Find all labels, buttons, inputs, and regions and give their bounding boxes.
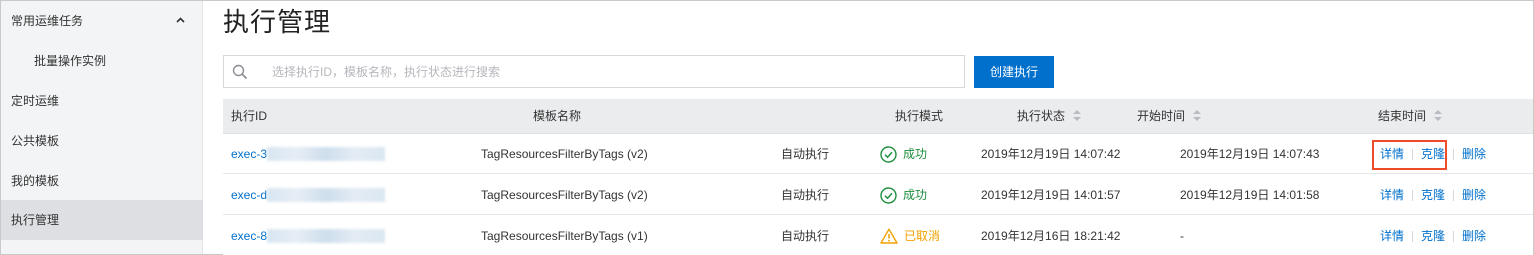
divider <box>1453 190 1455 202</box>
success-check-icon <box>880 145 897 163</box>
search-box[interactable] <box>223 55 965 88</box>
sidebar-item-execution-management[interactable]: 执行管理 <box>1 200 203 240</box>
sidebar-item-label: 定时运维 <box>11 94 60 108</box>
detail-link[interactable]: 详情 <box>1380 147 1404 161</box>
sidebar-item-common-ops[interactable]: 常用运维任务 <box>1 1 203 41</box>
divider <box>1412 190 1414 202</box>
column-header-label: 开始时间 <box>1137 109 1186 123</box>
table-row: exec-d TagResourcesFilterByTags (v2) 自动执… <box>223 175 1533 215</box>
clone-link[interactable]: 克隆 <box>1421 147 1445 161</box>
end-time: - <box>1180 229 1184 243</box>
end-time: 2019年12月19日 14:07:43 <box>1180 147 1320 161</box>
end-time: 2019年12月19日 14:01:58 <box>1180 188 1320 202</box>
sidebar-item-label: 批量操作实例 <box>34 54 107 68</box>
exec-id-link[interactable]: exec-d <box>231 188 267 202</box>
start-time: 2019年12月19日 14:07:42 <box>981 147 1121 161</box>
exec-id-link[interactable]: exec-8 <box>231 229 267 243</box>
divider <box>1412 149 1414 161</box>
sort-icon[interactable] <box>1073 109 1082 122</box>
execution-mode: 自动执行 <box>781 229 830 243</box>
sidebar-item-public-templates[interactable]: 公共模板 <box>1 121 203 161</box>
page-title: 执行管理 <box>223 7 332 37</box>
row-actions: 详情 克隆 删除 <box>1380 134 1486 174</box>
redacted-id <box>267 228 386 243</box>
start-time: 2019年12月16日 18:21:42 <box>981 229 1121 243</box>
table-row: exec-8 TagResourcesFilterByTags (v1) 自动执… <box>223 216 1533 255</box>
column-header-start-time[interactable]: 开始时间 <box>1137 99 1202 134</box>
start-time: 2019年12月19日 14:01:57 <box>981 188 1121 202</box>
table-row: exec-3 TagResourcesFilterByTags (v2) 自动执… <box>223 134 1533 174</box>
template-name: TagResourcesFilterByTags (v2) <box>481 188 648 202</box>
divider <box>1453 149 1455 161</box>
row-actions: 详情 克隆 删除 <box>1380 175 1486 215</box>
template-name: TagResourcesFilterByTags (v2) <box>481 147 648 161</box>
exec-id-link[interactable]: exec-3 <box>231 147 267 161</box>
clone-link[interactable]: 克隆 <box>1421 229 1445 243</box>
sidebar-item-my-templates[interactable]: 我的模板 <box>1 161 203 201</box>
divider <box>1453 231 1455 243</box>
sidebar-item-scheduled-ops[interactable]: 定时运维 <box>1 81 203 121</box>
search-icon[interactable] <box>232 64 248 80</box>
template-name: TagResourcesFilterByTags (v1) <box>481 229 648 243</box>
sidebar-item-batch-instance[interactable]: 批量操作实例 <box>1 41 203 81</box>
column-header-mode: 执行模式 <box>895 109 944 123</box>
detail-link[interactable]: 详情 <box>1380 229 1404 243</box>
redacted-id <box>267 146 386 161</box>
table-header: 执行ID 模板名称 执行模式 执行状态 开始时间 结束时间 <box>223 99 1533 134</box>
execution-mode: 自动执行 <box>781 147 830 161</box>
status-text: 已取消 <box>904 229 941 243</box>
column-header-status[interactable]: 执行状态 <box>1017 99 1082 134</box>
clone-link[interactable]: 克隆 <box>1421 188 1445 202</box>
detail-link[interactable]: 详情 <box>1380 188 1404 202</box>
sidebar-item-label: 我的模板 <box>11 174 60 188</box>
status-badge: 成功 <box>880 134 927 174</box>
warning-icon <box>880 228 898 244</box>
exec-id-cell[interactable]: exec-8 <box>231 216 386 255</box>
row-actions: 详情 克隆 删除 <box>1380 216 1486 255</box>
column-header-exec-id: 执行ID <box>231 109 268 123</box>
status-text: 成功 <box>903 188 928 202</box>
status-text: 成功 <box>903 147 928 161</box>
execution-mode: 自动执行 <box>781 188 830 202</box>
create-execution-button[interactable]: 创建执行 <box>974 56 1054 88</box>
redacted-id <box>267 187 386 202</box>
status-badge: 已取消 <box>880 216 940 255</box>
status-badge: 成功 <box>880 175 927 215</box>
status-cell: 已取消 <box>880 216 940 255</box>
sidebar-item-label: 常用运维任务 <box>11 14 84 28</box>
sort-icon[interactable] <box>1193 109 1202 122</box>
search-input[interactable] <box>272 56 952 87</box>
status-cell: 成功 <box>880 175 927 215</box>
delete-link[interactable]: 删除 <box>1462 147 1486 161</box>
column-header-label: 结束时间 <box>1378 109 1427 123</box>
status-cell: 成功 <box>880 134 927 174</box>
divider <box>1412 231 1414 243</box>
success-check-icon <box>880 186 897 204</box>
sort-icon[interactable] <box>1434 109 1443 122</box>
sidebar-item-label: 公共模板 <box>11 134 60 148</box>
chevron-up-icon[interactable] <box>176 1 185 41</box>
column-header-template: 模板名称 <box>533 109 582 123</box>
execution-table: 执行ID 模板名称 执行模式 执行状态 开始时间 结束时间 exec-3 Tag… <box>223 99 1533 255</box>
sidebar-item-label: 执行管理 <box>11 213 60 227</box>
exec-id-cell[interactable]: exec-3 <box>231 134 386 174</box>
column-header-label: 执行状态 <box>1017 109 1066 123</box>
sidebar: 常用运维任务 批量操作实例 定时运维 公共模板 我的模板 执行管理 <box>1 1 203 254</box>
delete-link[interactable]: 删除 <box>1462 229 1486 243</box>
delete-link[interactable]: 删除 <box>1462 188 1486 202</box>
column-header-end-time[interactable]: 结束时间 <box>1378 99 1443 134</box>
exec-id-cell[interactable]: exec-d <box>231 175 386 215</box>
